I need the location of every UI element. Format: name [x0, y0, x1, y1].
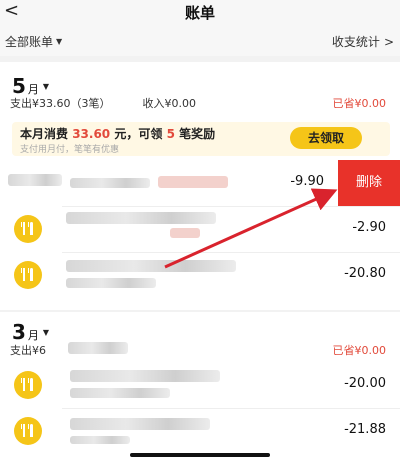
blurred-detail	[158, 176, 228, 188]
caret-down-icon: ▼	[56, 37, 63, 46]
promo-headline: 本月消费 33.60 元，可领 5 笔奖励	[20, 125, 215, 142]
transaction-amount: -2.90	[352, 220, 386, 235]
stats-link[interactable]: 收支统计 >	[332, 33, 394, 50]
blurred-detail	[70, 436, 130, 444]
chevron-right-icon: >	[383, 35, 394, 49]
month-number: 3	[12, 320, 26, 344]
expense-summary: 支出¥6	[10, 344, 46, 357]
caret-down-icon: ▼	[42, 82, 50, 91]
transaction-amount: -21.88	[344, 422, 386, 437]
blurred-detail	[68, 342, 128, 354]
saved-amount: 已省¥0.00	[332, 344, 387, 357]
promo-prefix: 本月消费	[20, 127, 69, 141]
blurred-merchant	[70, 418, 210, 430]
blurred-detail	[170, 228, 200, 238]
transaction-amount: -20.00	[344, 376, 386, 391]
promo-suffix: 笔奖励	[179, 127, 216, 141]
fork-knife-icon	[14, 371, 42, 399]
caret-down-icon: ▼	[42, 328, 50, 337]
all-bills-filter[interactable]: 全部账单 ▼	[5, 33, 62, 50]
blurred-detail	[70, 388, 170, 398]
filter-bar: 全部账单 ▼ 收支统计 >	[0, 26, 400, 56]
promo-amount: 33.60	[72, 127, 111, 141]
promo-subtitle: 支付用月付，笔笔有优惠	[20, 145, 120, 155]
blurred-detail	[70, 178, 150, 188]
transaction-amount: -20.80	[344, 266, 386, 281]
stats-label: 收支统计	[331, 35, 380, 49]
transaction-row[interactable]: -2.90	[0, 206, 400, 252]
blurred-merchant	[66, 212, 216, 224]
page-title: 账单	[184, 4, 215, 22]
expense-summary: 支出¥33.60（3笔）	[10, 97, 111, 110]
transaction-row[interactable]: -20.00	[0, 362, 400, 408]
promo-count: 5	[166, 127, 175, 141]
promo-mid: 元，可领	[114, 127, 163, 141]
month-unit: 月	[27, 329, 39, 342]
income-summary: 收入¥0.00	[142, 97, 197, 110]
month-summary: 支出¥33.60（3笔） 收入¥0.00	[10, 95, 196, 111]
all-bills-label: 全部账单	[5, 35, 54, 49]
month-summary: 支出¥6	[10, 342, 46, 358]
fork-knife-icon	[14, 261, 42, 289]
blurred-detail	[66, 278, 156, 288]
fork-knife-icon	[14, 417, 42, 445]
bill-page: < 账单 全部账单 ▼ 收支统计 > 5 月 ▼ 支出¥33.60（3笔） 收入¥0.00…	[0, 0, 400, 460]
blurred-merchant	[8, 174, 62, 186]
blurred-merchant	[70, 370, 220, 382]
transaction-row[interactable]: -21.88	[0, 408, 400, 454]
delete-button[interactable]: 删除	[338, 160, 400, 206]
nav-bar: < 账单	[0, 0, 400, 26]
month-selector[interactable]: 3 月 ▼	[12, 320, 49, 344]
fork-knife-icon	[14, 215, 42, 243]
rewards-banner[interactable]: 本月消费 33.60 元，可领 5 笔奖励 支付用月付，笔笔有优惠 去领取	[12, 122, 390, 156]
claim-button[interactable]: 去领取	[290, 127, 362, 149]
blurred-merchant	[66, 260, 236, 272]
saved-amount: 已省¥0.00	[332, 97, 387, 110]
transaction-row[interactable]: -20.80	[0, 252, 400, 298]
transaction-amount: -9.90	[290, 174, 324, 189]
home-indicator	[130, 453, 270, 457]
